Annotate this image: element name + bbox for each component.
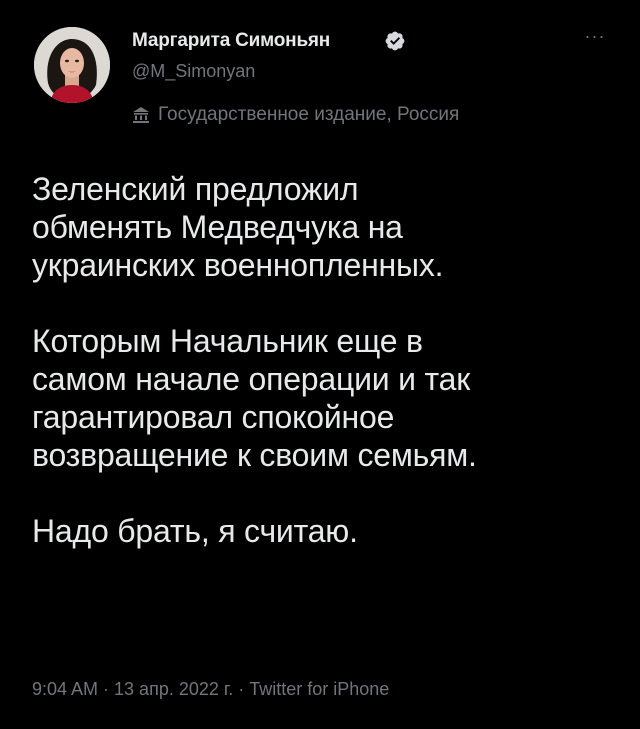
tweet: Маргарита Симоньян @M_Simonyan ··· Госуд… [0,0,640,729]
tweet-body: Зеленский предложил обменять Медведчука … [32,170,622,588]
government-building-icon [133,107,149,123]
tweet-line: Зеленский предложил [32,171,359,207]
verified-badge-icon [385,31,405,51]
tweet-line: самом начале операции и так [32,361,471,397]
tweet-line: Которым Начальник еще в [32,323,423,359]
tweet-line: Надо брать, я считаю. [32,513,358,549]
tweet-line: гарантировал спокойное [32,399,395,435]
tweet-paragraph: Надо брать, я считаю. [32,512,622,550]
author-handle[interactable]: @M_Simonyan [132,61,255,82]
affiliation-text: Государственное издание, Россия [158,104,460,125]
tweet-line: украинских военнопленных. [32,247,444,283]
tweet-paragraph: Которым Начальник еще в самом начале опе… [32,322,622,474]
more-options-icon[interactable]: ··· [580,26,610,46]
tweet-line: обменять Медведчука на [32,209,403,245]
author-display-name[interactable]: Маргарита Симоньян [132,30,330,52]
tweet-line: возвращение к своим семьям. [32,437,477,473]
tweet-paragraph: Зеленский предложил обменять Медведчука … [32,170,622,284]
avatar-photo [34,27,110,103]
affiliation-label[interactable]: Государственное издание, Россия [132,104,459,126]
avatar[interactable] [34,27,110,103]
tweet-timestamp[interactable]: 9:04 AM · 13 апр. 2022 г. · Twitter for … [32,679,389,700]
